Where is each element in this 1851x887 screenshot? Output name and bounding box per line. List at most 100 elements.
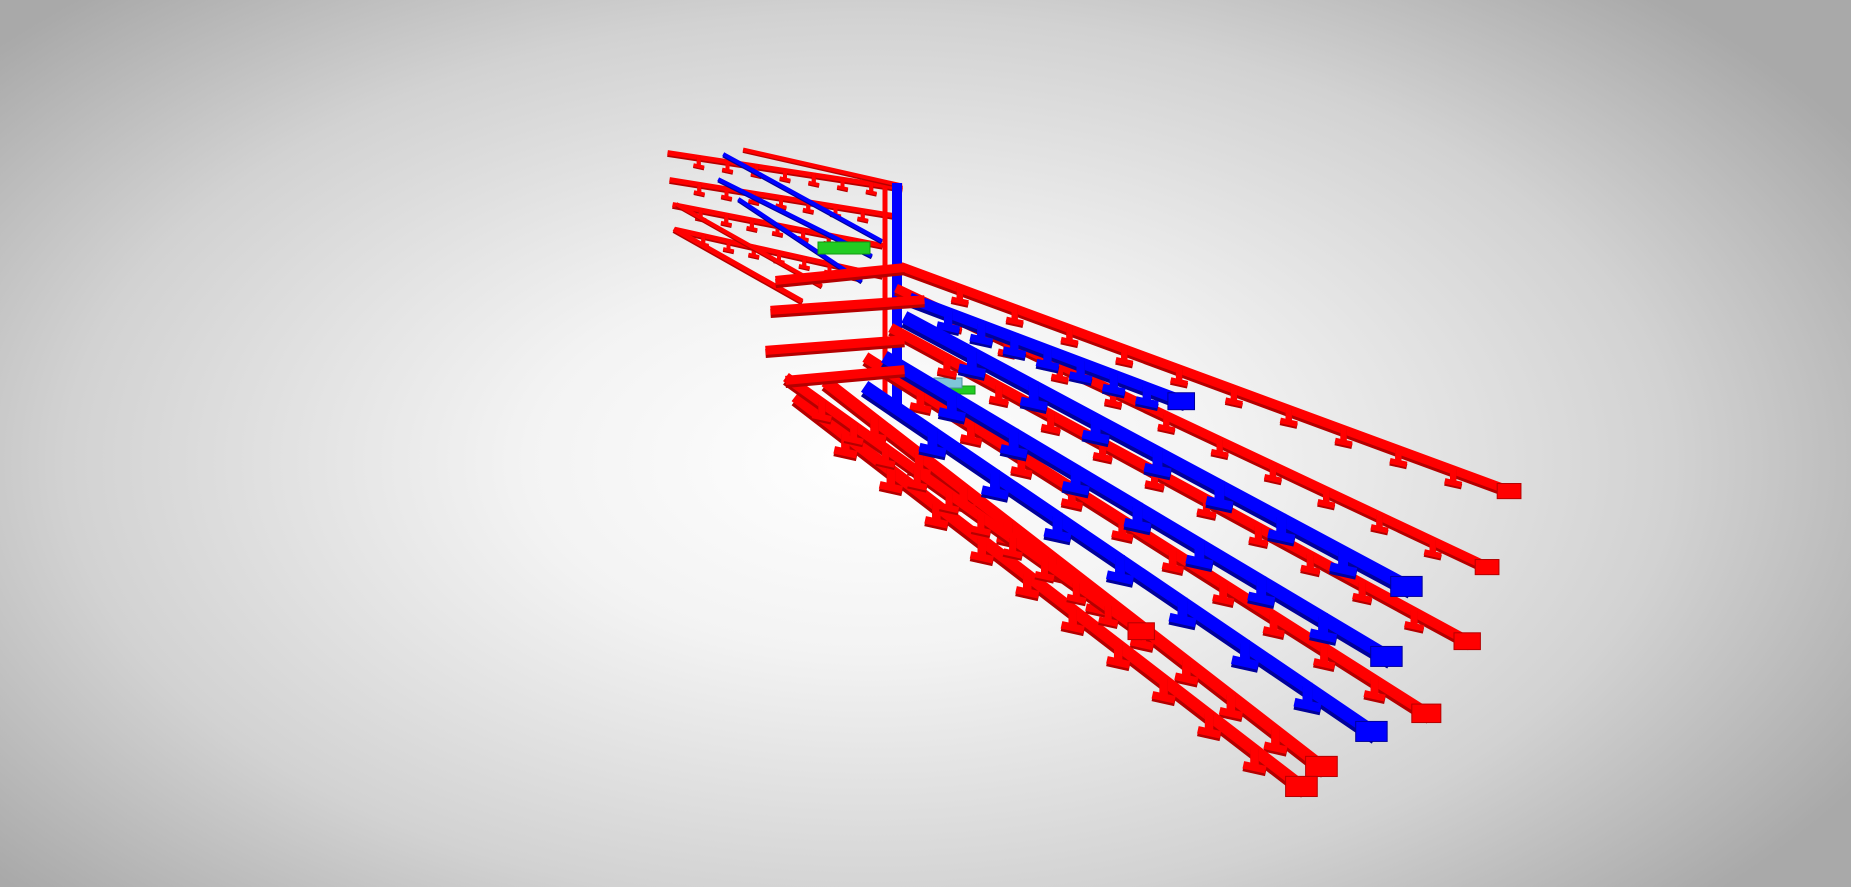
long-red-branch-4-cap[interactable] — [1174, 672, 1199, 685]
long-blue-end-1[interactable] — [1390, 575, 1423, 597]
upper-red-branch-1-cap[interactable] — [857, 216, 869, 223]
long-red-branch-6-cap[interactable] — [1034, 571, 1055, 582]
long-red-branch-3-cap[interactable] — [909, 402, 932, 414]
long-red-branch-5-cap[interactable] — [1242, 761, 1267, 774]
long-blue-end-2[interactable] — [1370, 645, 1403, 667]
long-red-branch-5-cap[interactable] — [969, 551, 994, 564]
long-blue-branch-2-cap[interactable] — [1123, 517, 1152, 533]
long-red-end-6[interactable] — [1127, 622, 1155, 641]
upper-red-branch-1-cap[interactable] — [720, 194, 733, 201]
long-red-end-5[interactable] — [1285, 775, 1318, 798]
long-red-branch-6-cap[interactable] — [907, 480, 928, 491]
long-red-branch-3-cap[interactable] — [959, 434, 982, 446]
upper-red-branch-1-cap[interactable] — [802, 207, 814, 214]
long-red-branch-6-cap[interactable] — [875, 457, 896, 468]
long-red-branch-2-cap[interactable] — [1040, 423, 1061, 435]
long-blue-branch-3-cap[interactable] — [918, 442, 947, 458]
upper-red-branch-2-cap[interactable] — [771, 230, 784, 237]
long-red-branch-1-cap[interactable] — [1104, 398, 1123, 408]
long-red-branch-1-cap[interactable] — [1423, 549, 1442, 559]
long-blue-branch-1-cap[interactable] — [1329, 562, 1358, 577]
long-red-branch-6-cap[interactable] — [811, 411, 832, 423]
long-blue-branch-1-cap[interactable] — [1081, 429, 1110, 445]
long-blue-branch-2-cap[interactable] — [1309, 628, 1338, 643]
long-red-branch-3-cap[interactable] — [1363, 690, 1386, 702]
long-blue-branch-0-cap[interactable] — [969, 333, 994, 346]
long-red-branch-1-cap[interactable] — [1263, 473, 1282, 484]
long-red-end-1[interactable] — [1474, 559, 1500, 576]
long-red-branch-0-cap[interactable] — [1005, 316, 1024, 326]
long-red-branch-2-cap[interactable] — [988, 395, 1009, 406]
long-red-branch-2-cap[interactable] — [1092, 451, 1113, 463]
long-blue-branch-3-cap[interactable] — [1168, 612, 1197, 628]
upper-red-branch-0-cap[interactable] — [836, 185, 849, 191]
long-red-branch-0-cap[interactable] — [1115, 357, 1134, 367]
long-blue-branch-2-cap[interactable] — [999, 444, 1028, 459]
long-blue-branch-0-cap[interactable] — [1002, 346, 1027, 359]
long-blue-branch-3-cap[interactable] — [1230, 655, 1260, 670]
upper-red-branch-0-cap[interactable] — [779, 176, 791, 183]
long-red-branch-0-cap[interactable] — [1170, 377, 1189, 387]
long-red-branch-5-cap[interactable] — [1060, 621, 1085, 634]
long-blue-branch-0-cap[interactable] — [936, 321, 960, 334]
long-red-end-4[interactable] — [1305, 755, 1338, 778]
long-red-branch-2-cap[interactable] — [1352, 592, 1373, 604]
long-blue-branch-2-cap[interactable] — [1247, 591, 1276, 606]
long-red-branch-1-cap[interactable] — [1210, 448, 1229, 459]
long-red-branch-4-cap[interactable] — [1129, 637, 1154, 651]
long-red-branch-0-cap[interactable] — [1224, 397, 1243, 407]
upper-red-branch-3-cap[interactable] — [798, 263, 810, 270]
long-blue-branch-1-cap[interactable] — [1019, 396, 1048, 411]
upper-red-branch-0-cap[interactable] — [721, 167, 734, 174]
upper-red-branch-2-cap[interactable] — [720, 220, 732, 227]
long-blue-branch-2-cap[interactable] — [1185, 554, 1214, 570]
long-red-end-0[interactable] — [1496, 483, 1522, 500]
long-red-branch-1-cap[interactable] — [1317, 499, 1336, 509]
long-blue-branch-3-cap[interactable] — [1043, 527, 1072, 543]
long-red-branch-5-cap[interactable] — [1151, 691, 1176, 704]
long-red-branch-3-cap[interactable] — [1010, 466, 1033, 478]
long-red-branch-5-cap[interactable] — [924, 516, 949, 529]
long-blue-branch-1-cap[interactable] — [1267, 529, 1296, 544]
3d-viewport[interactable] — [0, 0, 1851, 887]
long-red-branch-6-cap[interactable] — [970, 525, 991, 536]
long-red-branch-6-cap[interactable] — [1002, 548, 1023, 559]
long-red-branch-2-cap[interactable] — [1248, 536, 1269, 547]
long-red-branch-2-cap[interactable] — [1300, 564, 1321, 576]
long-red-branch-0-cap[interactable] — [950, 296, 969, 306]
long-blue-branch-3-cap[interactable] — [1105, 570, 1135, 585]
upper-red-branch-3-cap[interactable] — [748, 252, 760, 259]
long-red-branch-1-cap[interactable] — [1370, 524, 1389, 534]
long-blue-end-0[interactable] — [1167, 392, 1196, 411]
upper-red-branch-0-cap[interactable] — [808, 180, 820, 187]
long-red-branch-6-cap[interactable] — [1098, 616, 1119, 627]
upper-red-branch-2-cap[interactable] — [746, 225, 758, 232]
long-red-branch-5-cap[interactable] — [833, 446, 858, 459]
green-equipment-upper[interactable] — [817, 241, 871, 255]
upper-red-branch-0-cap[interactable] — [693, 163, 705, 170]
upper-red-branch-3-cap[interactable] — [722, 247, 735, 253]
long-red-branch-2-cap[interactable] — [1144, 480, 1165, 491]
long-blue-branch-1-cap[interactable] — [957, 363, 986, 378]
upper-red-branch-1-cap[interactable] — [775, 203, 787, 210]
long-red-branch-2-cap[interactable] — [1196, 508, 1217, 519]
long-red-branch-4-cap[interactable] — [1263, 741, 1288, 754]
long-red-branch-3-cap[interactable] — [1060, 498, 1083, 510]
pipe-network-model[interactable] — [0, 0, 1851, 887]
long-red-end-3[interactable] — [1411, 703, 1442, 724]
long-red-branch-0-cap[interactable] — [1060, 336, 1079, 347]
long-red-branch-4-cap[interactable] — [1218, 706, 1243, 720]
long-red-branch-3-cap[interactable] — [1161, 562, 1184, 574]
long-red-branch-6-cap[interactable] — [843, 434, 864, 446]
long-red-branch-5-cap[interactable] — [1015, 586, 1040, 599]
long-blue-branch-2-cap[interactable] — [1061, 480, 1090, 496]
long-red-branch-6-cap[interactable] — [1066, 593, 1087, 605]
long-red-branch-1-cap[interactable] — [1050, 373, 1069, 383]
long-blue-branch-0-cap[interactable] — [1135, 396, 1159, 409]
long-blue-branch-3-cap[interactable] — [1293, 697, 1322, 713]
upper-red-branch-1-cap[interactable] — [693, 190, 705, 197]
long-red-branch-3-cap[interactable] — [1313, 658, 1336, 670]
long-blue-branch-1-cap[interactable] — [1143, 462, 1172, 478]
long-blue-branch-3-cap[interactable] — [980, 485, 1010, 500]
long-red-branch-1-cap[interactable] — [1157, 423, 1176, 434]
